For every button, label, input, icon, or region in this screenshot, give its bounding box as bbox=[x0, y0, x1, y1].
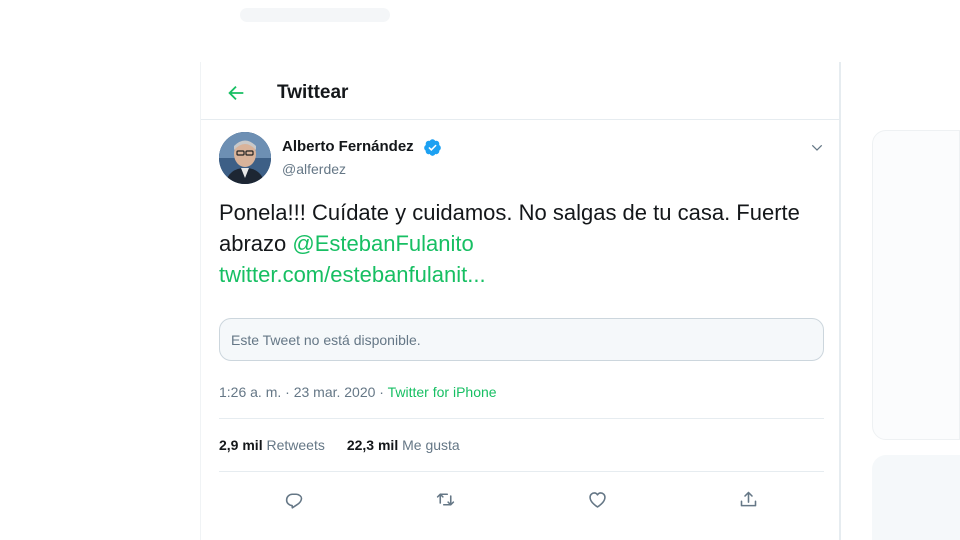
back-button[interactable] bbox=[219, 76, 253, 110]
share-icon bbox=[740, 491, 756, 506]
tweet-text: Ponela!!! Cuídate y cuidamos. No salgas … bbox=[219, 197, 819, 290]
author-handle[interactable]: @alferdez bbox=[282, 161, 346, 177]
tweet-timestamp[interactable]: 1:26 a. m. · 23 mar. 2020 · bbox=[219, 384, 388, 400]
retweet-button[interactable] bbox=[428, 482, 462, 516]
retweets-stat[interactable]: 2,9 mil Retweets bbox=[219, 437, 325, 453]
tweet-actions bbox=[219, 482, 824, 516]
likes-count: 22,3 mil bbox=[346, 437, 399, 453]
right-sidebar-card bbox=[872, 455, 960, 540]
retweets-count: 2,9 mil bbox=[219, 437, 263, 453]
verified-badge-icon bbox=[424, 139, 441, 156]
chevron-down-icon[interactable] bbox=[807, 138, 827, 158]
share-button[interactable] bbox=[731, 482, 765, 516]
avatar[interactable] bbox=[219, 132, 271, 184]
like-button[interactable] bbox=[580, 482, 614, 516]
retweets-label: Retweets bbox=[266, 437, 325, 453]
divider bbox=[219, 418, 824, 419]
mention-link[interactable]: @EstebanFulanito bbox=[292, 231, 473, 256]
reply-icon bbox=[285, 492, 302, 509]
quoted-tweet-unavailable: Este Tweet no está disponible. bbox=[219, 318, 824, 361]
retweet-icon bbox=[436, 492, 454, 506]
background-blur bbox=[240, 8, 390, 22]
reply-button[interactable] bbox=[277, 482, 311, 516]
tweet-url-link[interactable]: twitter.com/estebanfulanit... bbox=[219, 262, 486, 287]
likes-stat[interactable]: 22,3 mil Me gusta bbox=[347, 437, 460, 453]
tweet-source-link[interactable]: Twitter for iPhone bbox=[388, 384, 497, 400]
tweet-meta: 1:26 a. m. · 23 mar. 2020 · Twitter for … bbox=[219, 384, 497, 400]
page-title: Twittear bbox=[277, 82, 349, 103]
page-header: Twittear bbox=[201, 62, 841, 120]
divider bbox=[219, 471, 824, 472]
tweet-author: Alberto Fernández @alferdez bbox=[219, 132, 825, 188]
like-icon bbox=[588, 491, 606, 508]
tweet-column: Twittear Alberto Fernández @alferdez Pon… bbox=[200, 62, 841, 540]
quoted-tweet-text: Este Tweet no está disponible. bbox=[231, 331, 421, 348]
right-sidebar-card bbox=[872, 130, 960, 440]
arrow-left-icon bbox=[228, 85, 244, 101]
author-name[interactable]: Alberto Fernández bbox=[282, 138, 414, 155]
likes-label: Me gusta bbox=[402, 437, 460, 453]
tweet-stats: 2,9 mil Retweets 22,3 mil Me gusta bbox=[219, 437, 460, 453]
